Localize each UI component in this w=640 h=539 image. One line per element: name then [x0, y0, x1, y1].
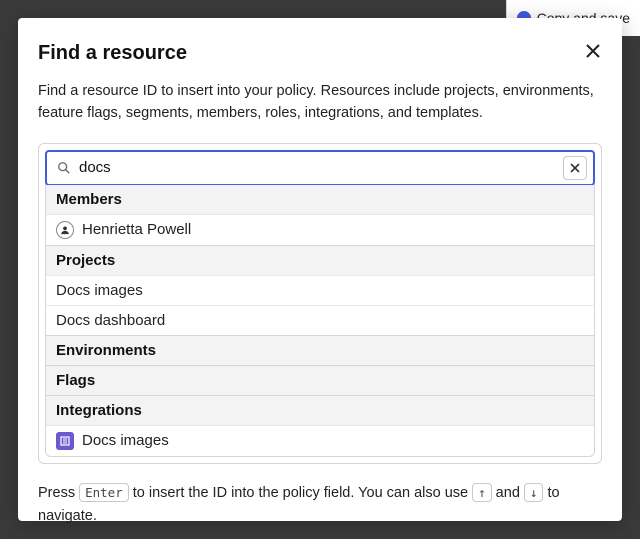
- clear-search-button[interactable]: [563, 156, 587, 180]
- enter-key: Enter: [79, 483, 129, 503]
- search-icon: [57, 161, 71, 175]
- result-item-project[interactable]: Docs images: [46, 275, 594, 305]
- result-item-label: Docs images: [56, 282, 143, 299]
- find-resource-modal: Find a resource Find a resource ID to in…: [18, 18, 622, 521]
- result-item-label: Docs dashboard: [56, 312, 165, 329]
- footer-text: and: [492, 485, 524, 501]
- footer-hint: Press Enter to insert the ID into the po…: [38, 482, 602, 528]
- result-item-label: Docs images: [82, 432, 169, 449]
- group-header-members: Members: [46, 185, 594, 214]
- modal-description: Find a resource ID to insert into your p…: [38, 81, 602, 125]
- result-item-member[interactable]: Henrietta Powell: [46, 214, 594, 245]
- search-input[interactable]: [79, 159, 555, 176]
- arrow-up-key: ↑: [472, 483, 492, 503]
- search-box[interactable]: [45, 150, 595, 186]
- footer-text: Press: [38, 485, 79, 501]
- result-item-label: Henrietta Powell: [82, 221, 191, 238]
- results-list: Members Henrietta Powell Projects Docs i…: [45, 185, 595, 457]
- search-container: Members Henrietta Powell Projects Docs i…: [38, 143, 602, 464]
- modal-title: Find a resource: [38, 42, 187, 65]
- group-header-environments: Environments: [46, 335, 594, 365]
- close-icon: [586, 44, 600, 58]
- x-icon: [570, 163, 580, 173]
- group-header-integrations: Integrations: [46, 395, 594, 425]
- modal-header: Find a resource: [38, 42, 602, 65]
- group-header-projects: Projects: [46, 245, 594, 275]
- close-button[interactable]: [584, 42, 602, 62]
- result-item-integration[interactable]: Docs images: [46, 425, 594, 456]
- avatar-icon: [56, 221, 74, 239]
- group-header-flags: Flags: [46, 365, 594, 395]
- arrow-down-key: ↓: [524, 483, 544, 503]
- integration-icon: [56, 432, 74, 450]
- footer-text: to insert the ID into the policy field. …: [129, 485, 472, 501]
- result-item-project[interactable]: Docs dashboard: [46, 305, 594, 335]
